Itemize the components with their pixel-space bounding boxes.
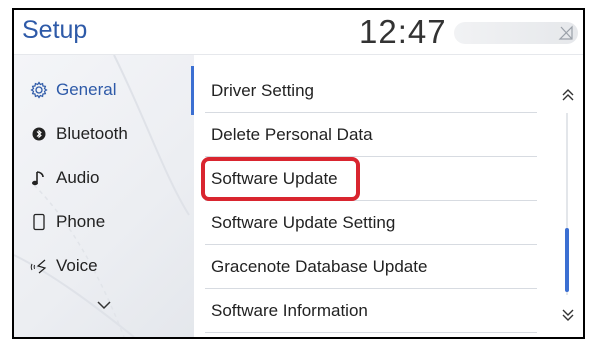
sidebar-item-audio[interactable]: Audio: [14, 156, 194, 200]
page-title: Setup: [22, 16, 88, 44]
sidebar-item-general[interactable]: General: [14, 68, 194, 112]
no-signal-icon: [558, 25, 573, 40]
header-bar: Setup 12:47: [14, 10, 583, 55]
sidebar-item-label: General: [56, 80, 117, 99]
sidebar-item-label: Bluetooth: [56, 124, 128, 143]
sidebar-item-voice[interactable]: Voice: [14, 244, 194, 288]
list-item-software-information[interactable]: Software Information: [205, 289, 537, 333]
list-item-label: Gracenote Database Update: [211, 256, 428, 276]
double-chevron-up-icon: [562, 89, 574, 101]
list-item-label: Driver Setting: [211, 80, 314, 100]
sidebar-item-bluetooth[interactable]: Bluetooth: [14, 112, 194, 156]
sidebar-more-button[interactable]: [14, 283, 194, 327]
sidebar: General Bluetooth Audio Phone Voice: [14, 55, 194, 337]
list-item-label: Software Update: [211, 168, 338, 188]
music-note-icon: [28, 169, 50, 187]
clock: 12:47: [359, 13, 447, 50]
list-item-label: Software Information: [211, 300, 368, 320]
voice-icon: [28, 257, 50, 275]
list-item-driver-setting[interactable]: Driver Setting: [205, 69, 537, 113]
list-item-software-update-setting[interactable]: Software Update Setting: [205, 201, 537, 245]
list-item-label: Delete Personal Data: [211, 124, 373, 144]
scroll-down-button[interactable]: [556, 303, 580, 327]
sidebar-item-phone[interactable]: Phone: [14, 200, 194, 244]
sidebar-item-label: Phone: [56, 212, 106, 231]
gear-icon: [28, 81, 50, 99]
list-item-gracenote-database-update[interactable]: Gracenote Database Update: [205, 245, 537, 289]
phone-icon: [28, 213, 50, 231]
status-bar: [454, 22, 578, 44]
list-item-delete-personal-data[interactable]: Delete Personal Data: [205, 113, 537, 157]
list-item-software-update[interactable]: Software Update: [205, 157, 537, 201]
chevron-down-icon: [97, 301, 111, 310]
scroll-up-button[interactable]: [556, 83, 580, 107]
double-chevron-down-icon: [562, 309, 574, 321]
setup-screen: Setup 12:47 General Bluetooth Audio Phon…: [12, 8, 585, 339]
sidebar-item-label: Voice: [56, 256, 98, 275]
scroll-thumb[interactable]: [565, 228, 569, 292]
scrollbar: [552, 55, 583, 337]
bluetooth-icon: [28, 127, 50, 141]
list-item-label: Software Update Setting: [211, 212, 396, 232]
sidebar-item-label: Audio: [56, 168, 100, 187]
settings-list: Driver Setting Delete Personal Data Soft…: [194, 55, 552, 337]
